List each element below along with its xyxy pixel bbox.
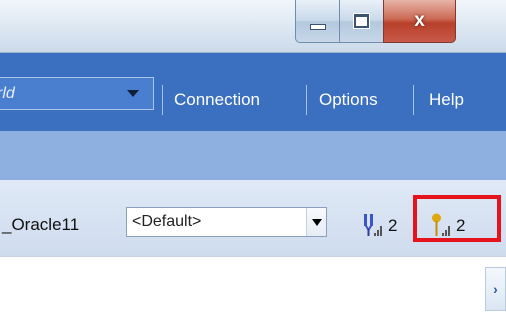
- menu-item-options[interactable]: Options: [319, 90, 378, 110]
- minimize-button[interactable]: [295, 0, 339, 43]
- menu-separator: [413, 85, 414, 115]
- active-connections-count: 2: [388, 216, 398, 235]
- scroll-right-button[interactable]: ›: [485, 267, 506, 311]
- content-area: ›: [0, 256, 506, 313]
- connection-name: _Oracle11: [2, 215, 80, 234]
- chevron-right-icon: ›: [493, 281, 498, 297]
- active-connections-indicator[interactable]: 2: [364, 208, 397, 238]
- chevron-down-icon[interactable]: [127, 90, 139, 97]
- close-button[interactable]: x: [383, 0, 456, 43]
- window-controls: x: [295, 0, 456, 43]
- menu-separator: [306, 85, 307, 115]
- database-combo[interactable]: rld: [0, 77, 154, 110]
- close-icon: x: [414, 10, 425, 31]
- window-titlebar: x: [0, 0, 506, 53]
- toolbar-band: [0, 131, 506, 180]
- menu-item-help[interactable]: Help: [429, 90, 464, 110]
- minimize-icon: [309, 24, 326, 30]
- menu-separator: [162, 85, 163, 115]
- schema-select-value: <Default>: [132, 213, 202, 230]
- menu-bar: rld Connection Options Help: [0, 53, 506, 131]
- maximize-button[interactable]: [339, 0, 383, 43]
- schema-select[interactable]: <Default>: [126, 207, 327, 237]
- menu-item-connection[interactable]: Connection: [174, 90, 260, 110]
- blue-signal-icon: [364, 214, 382, 236]
- highlight-box: [413, 195, 501, 242]
- chevron-down-icon[interactable]: [306, 208, 326, 236]
- database-combo-value: rld: [0, 84, 15, 102]
- maximize-icon: [354, 14, 369, 28]
